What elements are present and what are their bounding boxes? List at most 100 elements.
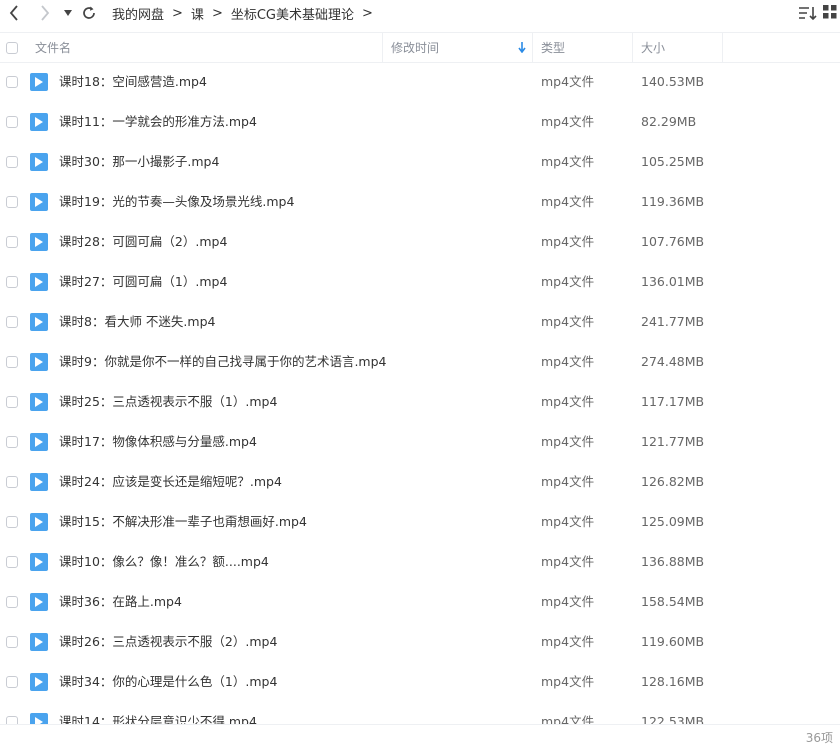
- row-checkbox[interactable]: [6, 636, 18, 648]
- column-modified[interactable]: 修改时间: [383, 33, 533, 62]
- history-dropdown-button[interactable]: [61, 3, 75, 23]
- file-type: mp4文件: [541, 154, 595, 169]
- file-type: mp4文件: [541, 114, 595, 129]
- row-checkbox[interactable]: [6, 316, 18, 328]
- row-checkbox[interactable]: [6, 236, 18, 248]
- sort-button[interactable]: [798, 4, 818, 22]
- file-size: 140.53MB: [641, 74, 705, 89]
- row-checkbox[interactable]: [6, 596, 18, 608]
- file-size: 126.82MB: [641, 474, 705, 489]
- file-row[interactable]: 课时10：像么？像！准么？额....mp4 mp4文件 136.88MB: [0, 542, 840, 582]
- breadcrumb-separator[interactable]: >: [362, 6, 373, 21]
- file-name[interactable]: 课时15：不解决形准一辈子也甭想画好.mp4: [59, 502, 307, 542]
- video-file-icon: [30, 633, 48, 651]
- file-name[interactable]: 课时27：可圆可扁（1）.mp4: [59, 262, 227, 302]
- row-checkbox[interactable]: [6, 356, 18, 368]
- column-header: 文件名 修改时间 类型 大小: [0, 32, 840, 63]
- row-checkbox[interactable]: [6, 556, 18, 568]
- file-name[interactable]: 课时36：在路上.mp4: [59, 582, 182, 622]
- file-name[interactable]: 课时11：一学就会的形准方法.mp4: [59, 102, 257, 142]
- row-checkbox[interactable]: [6, 676, 18, 688]
- video-file-icon: [30, 553, 48, 571]
- row-checkbox[interactable]: [6, 76, 18, 88]
- file-row[interactable]: 课时26：三点透视表示不服（2）.mp4 mp4文件 119.60MB: [0, 622, 840, 662]
- file-type: mp4文件: [541, 634, 595, 649]
- column-size-label: 大小: [641, 41, 666, 55]
- row-checkbox[interactable]: [6, 516, 18, 528]
- row-checkbox[interactable]: [6, 156, 18, 168]
- file-row[interactable]: 课时15：不解决形准一辈子也甭想画好.mp4 mp4文件 125.09MB: [0, 502, 840, 542]
- row-checkbox[interactable]: [6, 716, 18, 724]
- file-name[interactable]: 课时17：物像体积感与分量感.mp4: [59, 422, 257, 462]
- row-checkbox[interactable]: [6, 196, 18, 208]
- row-checkbox[interactable]: [6, 116, 18, 128]
- file-size: 128.16MB: [641, 674, 705, 689]
- column-modified-label: 修改时间: [391, 41, 440, 55]
- file-row[interactable]: 课时27：可圆可扁（1）.mp4 mp4文件 136.01MB: [0, 262, 840, 302]
- file-row[interactable]: 课时36：在路上.mp4 mp4文件 158.54MB: [0, 582, 840, 622]
- file-size: 107.76MB: [641, 234, 705, 249]
- file-size: 125.09MB: [641, 514, 705, 529]
- file-name[interactable]: 课时18：空间感营造.mp4: [59, 62, 207, 102]
- file-row[interactable]: 课时34：你的心理是什么色（1）.mp4 mp4文件 128.16MB: [0, 662, 840, 702]
- row-checkbox[interactable]: [6, 476, 18, 488]
- file-row[interactable]: 课时9：你就是你不一样的自己找寻属于你的艺术语言.mp4 mp4文件 274.48M…: [0, 342, 840, 382]
- file-name[interactable]: 课时9：你就是你不一样的自己找寻属于你的艺术语言.mp4: [59, 342, 387, 382]
- row-checkbox[interactable]: [6, 276, 18, 288]
- file-list: 课时18：空间感营造.mp4 mp4文件 140.53MB 课时11：一学就会的形准方…: [0, 62, 840, 724]
- video-file-icon: [30, 433, 48, 451]
- file-size: 121.77MB: [641, 434, 705, 449]
- item-count: 36项: [805, 731, 833, 745]
- file-name[interactable]: 课时10：像么？像！准么？额....mp4: [59, 542, 269, 582]
- breadcrumb-separator: >: [211, 5, 223, 21]
- file-type: mp4文件: [541, 234, 595, 249]
- file-name[interactable]: 课时26：三点透视表示不服（2）.mp4: [59, 622, 277, 662]
- file-row[interactable]: 课时14：形状分层意识少不得.mp4 mp4文件 122.53MB: [0, 702, 840, 724]
- file-size: 241.77MB: [641, 314, 705, 329]
- video-file-icon: [30, 73, 48, 91]
- sort-down-arrow-icon: [518, 42, 526, 53]
- file-row[interactable]: 课时11：一学就会的形准方法.mp4 mp4文件 82.29MB: [0, 102, 840, 142]
- breadcrumb-item-current-folder[interactable]: 坐标CG美术基础理论: [231, 4, 354, 23]
- refresh-icon: [83, 6, 95, 19]
- row-checkbox[interactable]: [6, 396, 18, 408]
- file-name[interactable]: 课时19：光的节奏—头像及场景光线.mp4: [59, 182, 294, 222]
- file-name[interactable]: 课时25：三点透视表示不服（1）.mp4: [59, 382, 277, 422]
- select-all-checkbox[interactable]: [6, 41, 18, 54]
- column-type[interactable]: 类型: [533, 33, 633, 62]
- forward-button[interactable]: [37, 3, 53, 23]
- sort-icon: [799, 7, 817, 21]
- grid-view-button[interactable]: [822, 4, 838, 22]
- file-row[interactable]: 课时19：光的节奏—头像及场景光线.mp4 mp4文件 119.36MB: [0, 182, 840, 222]
- breadcrumb-item-my-disk[interactable]: 我的网盘: [112, 4, 164, 23]
- file-row[interactable]: 课时30：那一小撮影子.mp4 mp4文件 105.25MB: [0, 142, 840, 182]
- refresh-button[interactable]: [80, 3, 98, 23]
- file-name[interactable]: 课时30：那一小撮影子.mp4: [59, 142, 219, 182]
- back-button[interactable]: [6, 3, 22, 23]
- column-size[interactable]: 大小: [633, 33, 723, 62]
- file-type: mp4文件: [541, 314, 595, 329]
- breadcrumb-item-course[interactable]: 课: [191, 4, 204, 23]
- video-file-icon: [30, 233, 48, 251]
- file-name[interactable]: 课时14：形状分层意识少不得.mp4: [59, 702, 257, 724]
- file-row[interactable]: 课时17：物像体积感与分量感.mp4 mp4文件 121.77MB: [0, 422, 840, 462]
- file-name[interactable]: 课时24：应该是变长还是缩短呢？.mp4: [59, 462, 282, 502]
- file-name[interactable]: 课时8：看大师 不迷失.mp4: [59, 302, 215, 342]
- file-row[interactable]: 课时28：可圆可扁（2）.mp4 mp4文件 107.76MB: [0, 222, 840, 262]
- file-row[interactable]: 课时8：看大师 不迷失.mp4 mp4文件 241.77MB: [0, 302, 840, 342]
- status-bar: 36项: [0, 724, 840, 750]
- file-row[interactable]: 课时25：三点透视表示不服（1）.mp4 mp4文件 117.17MB: [0, 382, 840, 422]
- file-type: mp4文件: [541, 514, 595, 529]
- video-file-icon: [30, 393, 48, 411]
- column-name[interactable]: 文件名: [0, 33, 383, 62]
- file-size: 122.53MB: [641, 714, 705, 724]
- file-name[interactable]: 课时34：你的心理是什么色（1）.mp4: [59, 662, 277, 702]
- file-size: 158.54MB: [641, 594, 705, 609]
- file-row[interactable]: 课时24：应该是变长还是缩短呢？.mp4 mp4文件 126.82MB: [0, 462, 840, 502]
- video-file-icon: [30, 153, 48, 171]
- file-name[interactable]: 课时28：可圆可扁（2）.mp4: [59, 222, 227, 262]
- video-file-icon: [30, 273, 48, 291]
- file-size: 105.25MB: [641, 154, 705, 169]
- file-row[interactable]: 课时18：空间感营造.mp4 mp4文件 140.53MB: [0, 62, 840, 102]
- row-checkbox[interactable]: [6, 436, 18, 448]
